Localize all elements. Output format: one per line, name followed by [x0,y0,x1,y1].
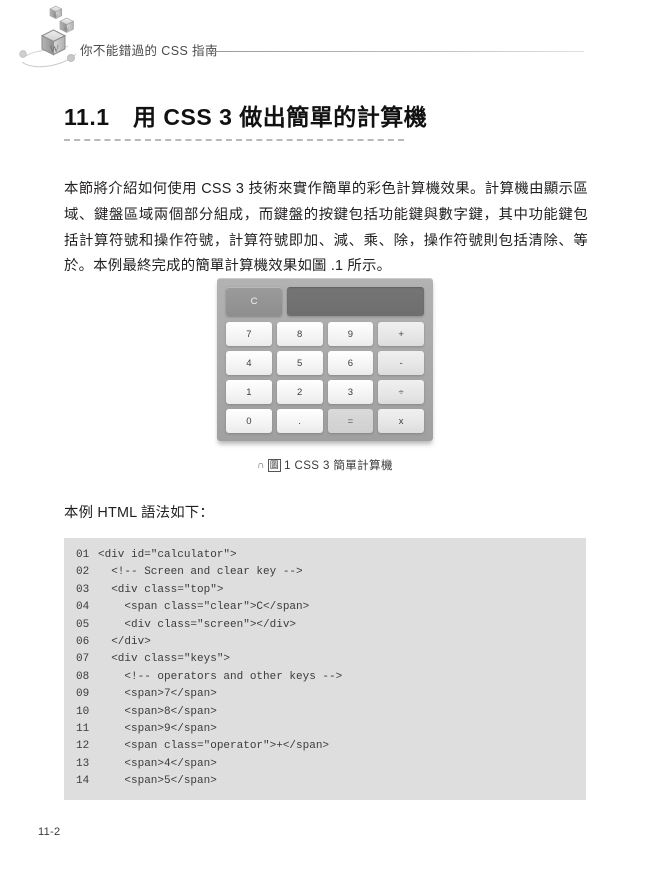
figure-caption: ∩ 圖 1 CSS 3 簡單計算機 [0,457,650,473]
code-line-source: <!-- Screen and clear key --> [98,566,303,579]
code-line-source: </div> [98,636,151,649]
calculator-key[interactable]: . [276,409,323,433]
code-line: 13 <span>4</span> [64,756,586,773]
code-line-number: 08 [76,670,90,683]
code-line: 09 <span>7</span> [64,686,586,703]
code-line-source: <div class="screen"></div> [98,618,297,631]
caption-mark-icon: ∩ [257,460,265,471]
code-line-number: 09 [76,688,90,701]
code-line-number: 12 [76,740,90,753]
code-line: 04 <span class="clear">C</span> [64,599,586,616]
code-line-number: 03 [76,583,90,596]
calculator-key[interactable]: 7 [226,322,272,346]
cube-w-logo-icon: W W W [16,4,88,70]
calculator-key[interactable]: 9 [327,322,374,346]
code-line-source: <!-- operators and other keys --> [98,670,343,683]
code-line-number: 13 [76,757,90,770]
calculator-key[interactable]: 8 [276,322,323,346]
code-line-source: <span>9</span> [98,723,217,736]
calculator-screen [287,287,424,316]
calculator-key[interactable]: 0 [226,409,272,433]
code-listing: 01 <div id="calculator"> 02 <!-- Screen … [64,538,586,800]
code-line-number: 06 [76,636,90,649]
code-line: 02 <!-- Screen and clear key --> [64,564,586,581]
calculator-top-row: C [226,287,424,316]
code-line-source: <span>4</span> [98,757,217,770]
calculator-key[interactable]: 1 [226,380,272,404]
code-line-number: 01 [76,549,90,561]
code-line: 07 <div class="keys"> [64,651,586,668]
code-line-number: 04 [76,601,90,614]
code-line-source: <div id="calculator"> [98,549,237,561]
code-line: 12 <span class="operator">+</span> [64,738,586,755]
section-heading-block: 11.1 用 CSS 3 做出簡單的計算機 [64,104,594,141]
code-line-source: <span class="clear">C</span> [98,601,310,614]
code-line-number: 05 [76,618,90,631]
code-line-source: <div class="top"> [98,583,224,596]
code-line: 11 <span>9</span> [64,721,586,738]
calculator-key-operator[interactable]: + [378,322,424,346]
heading-dashed-rule [64,138,404,141]
calculator-widget: C 7 8 9 + 4 5 6 - 1 2 3 ÷ 0 . = x [217,278,433,441]
code-line: 03 <div class="top"> [64,582,586,599]
calculator-key[interactable]: 5 [276,351,323,375]
page: W W W 你不能錯過的 CSS 指南 11.1 用 CSS 3 做出簡單的計算… [0,0,650,879]
code-line-source: <span>5</span> [98,775,217,788]
code-line-source: <span>7</span> [98,688,217,701]
code-line-number: 07 [76,653,90,666]
calculator-key-operator[interactable]: - [378,351,424,375]
svg-text:W: W [54,13,59,18]
page-title: 11.1 用 CSS 3 做出簡單的計算機 [64,104,428,130]
code-lead-in: 本例 HTML 語法如下： [64,505,214,521]
caption-text: 1 CSS 3 簡單計算機 [284,460,393,472]
calculator-clear-key[interactable]: C [226,287,282,316]
calculator-key-operator[interactable]: x [378,409,424,433]
svg-text:W: W [50,44,60,55]
figure-calculator: C 7 8 9 + 4 5 6 - 1 2 3 ÷ 0 . = x ∩ 圖 1 … [0,278,650,473]
code-line-number: 11 [76,723,90,736]
body-paragraph: 本節將介紹如何使用 CSS 3 技術來實作簡單的彩色計算機效果。計算機由顯示區域… [64,181,588,275]
calculator-key[interactable]: 6 [327,351,374,375]
code-line: 06 </div> [64,634,586,651]
code-line: 14 <span>5</span> [64,773,586,790]
calculator-key[interactable]: 4 [226,351,272,375]
calculator-keypad: 7 8 9 + 4 5 6 - 1 2 3 ÷ 0 . = x [226,322,424,433]
svg-text:W: W [64,27,69,33]
running-header: W W W 你不能錯過的 CSS 指南 [0,0,650,78]
page-number: 11-2 [38,826,61,838]
code-line: 08 <!-- operators and other keys --> [64,669,586,686]
header-title: 你不能錯過的 CSS 指南 [80,44,218,58]
code-line-number: 14 [76,775,90,788]
code-line-source: <span class="operator">+</span> [98,740,330,753]
code-line: 10 <span>8</span> [64,704,586,721]
code-line: 05 <div class="screen"></div> [64,617,586,634]
header-divider [213,51,584,52]
calculator-key-equals[interactable]: = [327,409,374,433]
caption-box-label: 圖 [267,459,282,472]
code-line-number: 02 [76,566,90,579]
calculator-key[interactable]: 2 [276,380,323,404]
calculator-key-operator[interactable]: ÷ [378,380,424,404]
calculator-key[interactable]: 3 [327,380,374,404]
code-line-source: <div class="keys"> [98,653,231,666]
code-line-number: 10 [76,705,90,718]
code-line-source: <span>8</span> [98,705,217,718]
code-line: 01 <div id="calculator"> [64,547,586,564]
